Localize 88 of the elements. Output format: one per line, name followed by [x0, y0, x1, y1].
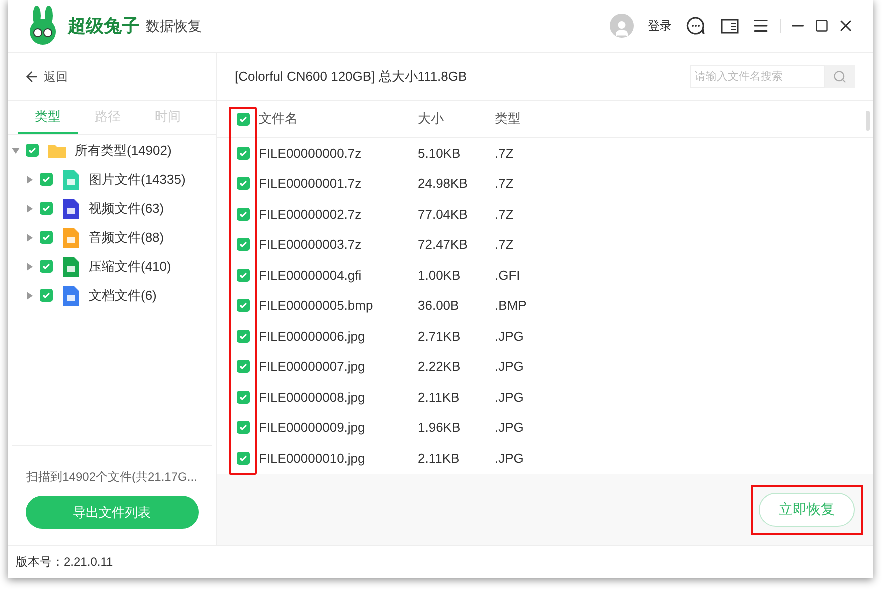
- file-name-cell-text: FILE00000001.7z: [259, 175, 363, 193]
- checked-checkbox[interactable]: [237, 268, 250, 282]
- type-cell-text: .GFI: [495, 266, 520, 284]
- checked-checkbox[interactable]: [237, 238, 250, 252]
- tree-item-label[interactable]: 所有类型(14902): [75, 140, 172, 160]
- archive-file-icon: [63, 256, 79, 276]
- tree-item-label[interactable]: 视频文件(63): [89, 198, 164, 218]
- file-name-cell-text: FILE00000000.7z: [259, 144, 363, 162]
- maximize-icon[interactable]: [815, 19, 829, 33]
- search-icon[interactable]: [833, 70, 847, 84]
- collapsed-caret-icon[interactable]: [26, 234, 34, 242]
- scrollbar-thumb[interactable]: [866, 111, 870, 131]
- file-name-cell-text: FILE00000004.gfi: [259, 266, 363, 285]
- collapsed-caret-icon[interactable]: [26, 176, 34, 184]
- checked-checkbox[interactable]: [40, 202, 53, 215]
- type-cell-text: .JPG: [495, 450, 524, 468]
- type-cell-text: .JPG: [495, 328, 524, 346]
- file-name-cell-text: FILE00000003.7z: [259, 236, 363, 254]
- collapsed-caret-icon[interactable]: [26, 262, 34, 270]
- size-cell-text: 2.11KB: [418, 450, 461, 468]
- file-name-cell-text: FILE00000008.jpg: [259, 388, 366, 407]
- type-cell-text: .JPG: [495, 419, 524, 437]
- size-cell-text: 2.71KB: [418, 328, 462, 346]
- audio-file-icon: [63, 228, 79, 248]
- type-cell-text: .7Z: [495, 175, 514, 193]
- video-file-icon: [63, 198, 79, 218]
- checked-checkbox[interactable]: [237, 330, 250, 343]
- chat-icon[interactable]: [686, 16, 706, 36]
- type-cell-text: .BMP: [495, 297, 527, 315]
- avatar-icon[interactable]: [610, 14, 634, 38]
- image-file-icon: [63, 170, 79, 190]
- back-link[interactable]: 返回: [44, 68, 68, 86]
- checked-checkbox[interactable]: [237, 146, 250, 160]
- checked-checkbox[interactable]: [237, 112, 250, 126]
- type-cell-text: .JPG: [495, 358, 524, 376]
- tree-item-label[interactable]: 文档文件(6): [89, 286, 157, 306]
- checked-checkbox[interactable]: [40, 173, 53, 186]
- file-name-cell-text: FILE00000006.jpg: [259, 328, 366, 346]
- column-header[interactable]: 大小: [418, 109, 495, 129]
- size-cell-text: 1.96KB: [418, 419, 462, 437]
- checked-checkbox[interactable]: [237, 177, 250, 190]
- type-cell-text: .7Z: [495, 206, 514, 224]
- checked-checkbox[interactable]: [26, 144, 39, 157]
- search-button[interactable]: [825, 65, 855, 88]
- size-cell-text: 36.00B: [418, 297, 460, 315]
- expanded-caret-icon[interactable]: [12, 146, 20, 154]
- checked-checkbox[interactable]: [40, 289, 53, 302]
- menu-icon[interactable]: [752, 17, 770, 35]
- login-link[interactable]: 登录: [648, 17, 672, 35]
- checked-checkbox[interactable]: [237, 421, 250, 434]
- tree-item-label[interactable]: 音频文件(88): [89, 228, 164, 248]
- product-name: 数据恢复: [146, 16, 202, 36]
- file-name-cell-text: FILE00000005.bmp: [259, 297, 374, 315]
- search-field[interactable]: 请输入文件名搜索: [690, 65, 825, 88]
- checked-checkbox[interactable]: [237, 299, 250, 312]
- file-name-cell-text: FILE00000007.jpg: [259, 358, 366, 376]
- checked-checkbox[interactable]: [237, 452, 250, 465]
- tree-item-label[interactable]: 图片文件(14335): [89, 170, 186, 190]
- type-cell-text: .JPG: [495, 388, 524, 406]
- tree-item-label[interactable]: 压缩文件(410): [89, 256, 172, 276]
- checked-checkbox[interactable]: [40, 260, 53, 273]
- size-cell-text: 2.22KB: [418, 358, 462, 376]
- checked-checkbox[interactable]: [237, 390, 250, 404]
- size-cell-text: 5.10KB: [418, 144, 462, 162]
- folder-icon: [47, 142, 67, 158]
- file-name-cell-text: FILE00000002.7z: [259, 206, 363, 224]
- collapsed-caret-icon[interactable]: [26, 292, 34, 300]
- checked-checkbox[interactable]: [40, 231, 53, 244]
- size-cell-text: 72.47KB: [418, 236, 469, 254]
- type-cell-text: .7Z: [495, 236, 514, 254]
- size-cell-text: 1.00KB: [418, 266, 462, 284]
- version-label: 版本号：2.21.0.11: [16, 554, 114, 571]
- brand-name: 超级兔子: [68, 14, 140, 38]
- drive-title: [Colorful CN600 120GB] 总大小111.8GB: [235, 68, 468, 86]
- type-cell-text: .7Z: [495, 144, 514, 162]
- checked-checkbox[interactable]: [237, 360, 250, 374]
- document-file-icon: [63, 286, 79, 306]
- size-cell-text: 2.11KB: [418, 388, 461, 406]
- size-cell-text: 24.98KB: [418, 175, 469, 193]
- column-header[interactable]: 类型: [495, 109, 521, 129]
- scan-summary: 扫描到14902个文件(共21.17G...: [26, 469, 198, 486]
- card-icon[interactable]: [720, 17, 740, 35]
- size-cell-text: 77.04KB: [418, 206, 469, 224]
- file-name-cell-text: FILE00000010.jpg: [259, 450, 366, 468]
- column-header[interactable]: 文件名: [259, 109, 418, 129]
- checked-checkbox[interactable]: [237, 208, 250, 221]
- file-name-cell-text: FILE00000009.jpg: [259, 419, 366, 437]
- collapsed-caret-icon[interactable]: [26, 204, 34, 212]
